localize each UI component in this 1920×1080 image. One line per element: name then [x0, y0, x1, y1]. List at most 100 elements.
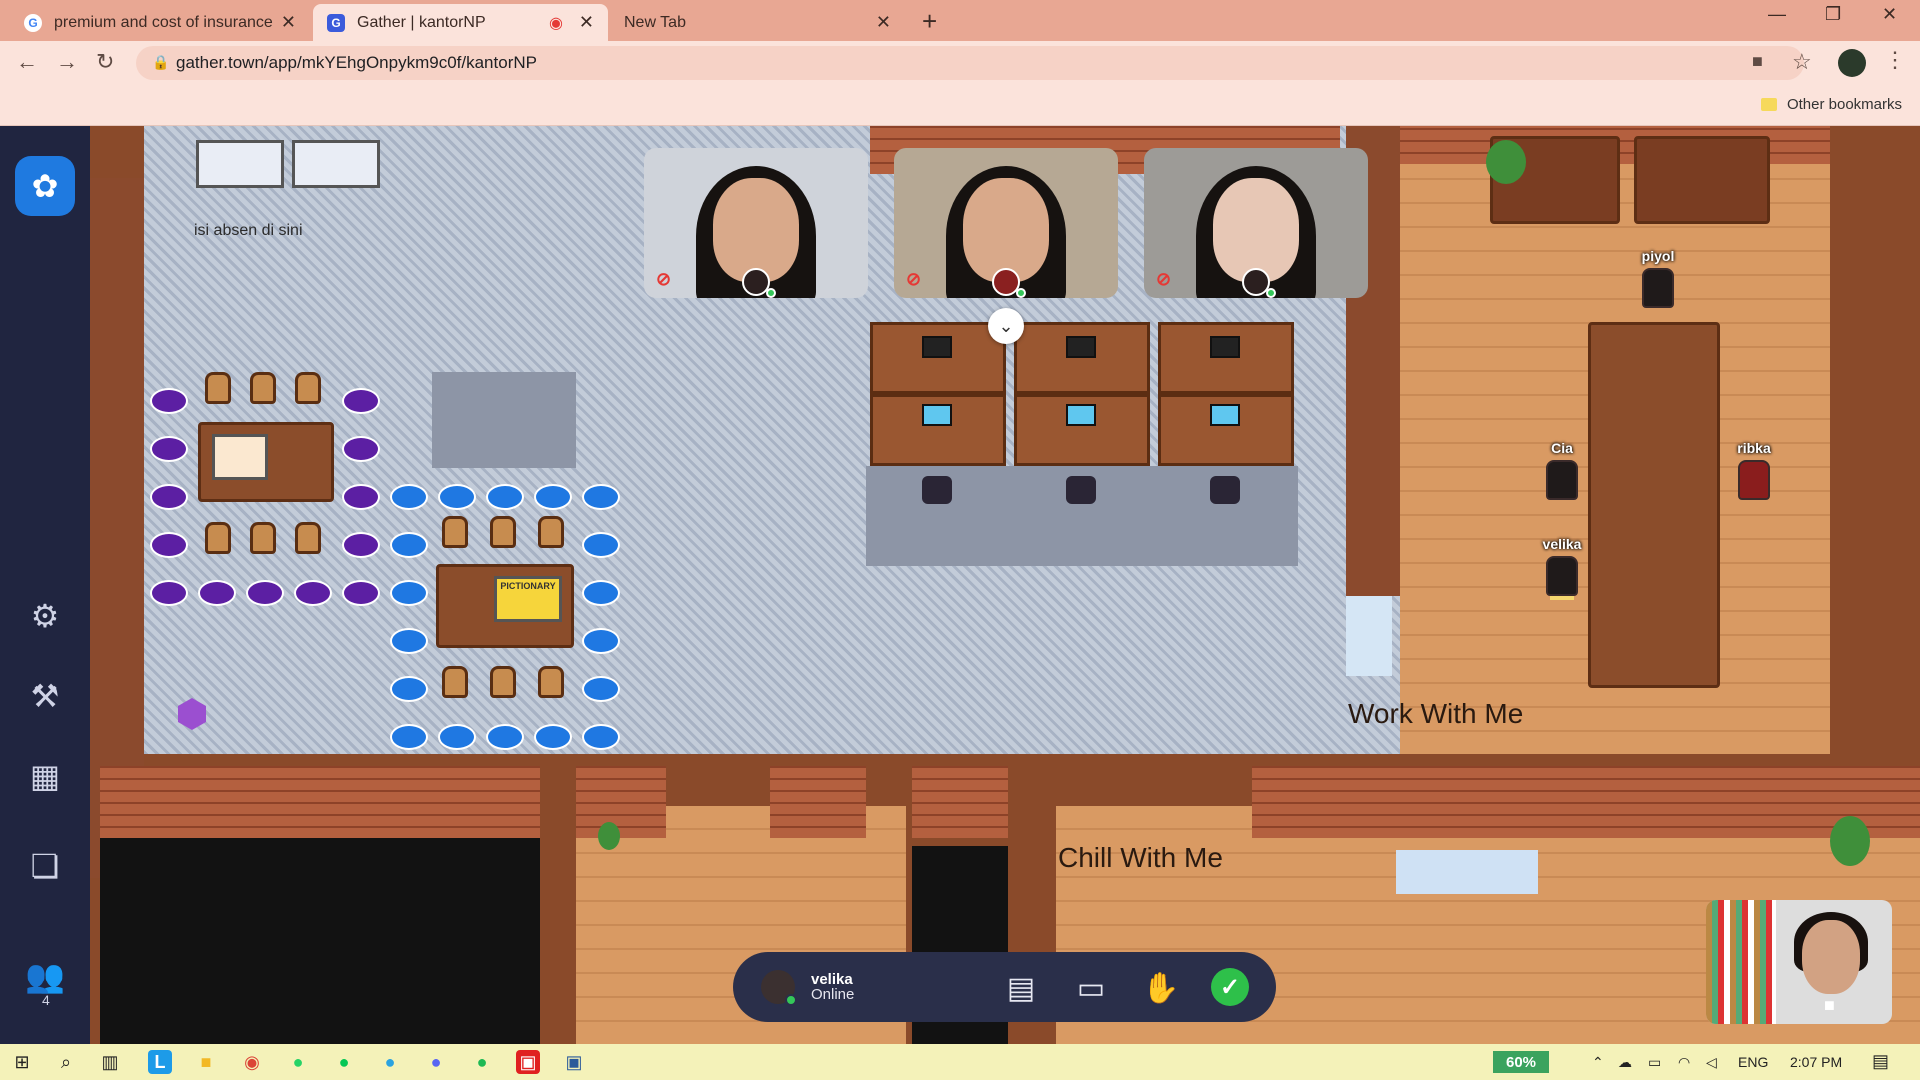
seat — [198, 580, 236, 606]
video-tile-participant-2[interactable]: ⊘ — [894, 148, 1118, 298]
recording-icon: ◉ — [548, 14, 563, 32]
close-icon[interactable]: ✕ — [876, 12, 891, 33]
chat-icon[interactable]: ❏ — [25, 846, 65, 886]
profile-avatar[interactable] — [1838, 49, 1866, 77]
video-tile-participant-1[interactable]: ⊘ — [644, 148, 868, 298]
other-bookmarks[interactable]: Other bookmarks — [1760, 96, 1902, 113]
app-window-icon[interactable]: ▣ — [562, 1050, 586, 1074]
tab-newtab[interactable]: New Tab ✕ — [610, 4, 905, 41]
user-avatar[interactable] — [761, 970, 797, 1006]
tab-gather[interactable]: G Gather | kantorNP ◉ ✕ — [313, 4, 608, 41]
player-avatar-ribka[interactable] — [1738, 460, 1770, 500]
user-name: velika — [811, 971, 853, 988]
player-avatar-cia[interactable] — [1546, 460, 1578, 500]
notifications-icon[interactable]: ▤ — [1872, 1051, 1889, 1072]
chrome-icon[interactable]: ◉ — [240, 1050, 264, 1074]
gather-logo-icon[interactable]: ✿ — [15, 156, 75, 216]
settings-gear-icon[interactable]: ⚙ — [25, 596, 65, 636]
reload-icon[interactable]: ↻ — [96, 49, 114, 75]
participants-icon[interactable]: 👥 — [25, 956, 65, 996]
monitor-on-icon[interactable] — [922, 404, 952, 426]
app-l-icon[interactable]: L — [148, 1050, 172, 1074]
monitor-on-icon[interactable] — [1066, 404, 1096, 426]
seat — [150, 580, 188, 606]
brick-wall-lower-left — [100, 766, 540, 838]
volume-icon[interactable]: ◁ — [1706, 1054, 1717, 1071]
close-icon[interactable]: ✕ — [579, 12, 594, 33]
forward-icon[interactable]: → — [56, 49, 78, 75]
windows-taskbar: ⊞ ⌕ ▥ L ■ ◉ ● ● ● ● ● ▣ ▣ 60% ⌃ ☁ ▭ ◠ ◁ … — [0, 1044, 1920, 1080]
close-window-icon[interactable]: ✕ — [1882, 4, 1897, 25]
spotify-icon[interactable]: ● — [470, 1050, 494, 1074]
back-icon[interactable]: ← — [16, 49, 38, 75]
wifi-icon[interactable]: ◠ — [1678, 1054, 1690, 1071]
menu-kebab-icon[interactable]: ⋮ — [1884, 47, 1906, 73]
search-icon[interactable]: ⌕ — [54, 1050, 78, 1074]
pictionary-board[interactable]: PICTIONARY — [494, 576, 562, 622]
player-avatar-piyol[interactable] — [1642, 268, 1674, 308]
seat — [390, 628, 428, 654]
desk — [1014, 322, 1150, 394]
telegram-icon[interactable]: ● — [378, 1050, 402, 1074]
windows-start-icon[interactable]: ⊞ — [10, 1050, 34, 1074]
whiteboard[interactable] — [196, 140, 284, 188]
office-chair — [1210, 476, 1240, 504]
seat — [150, 484, 188, 510]
chair — [490, 666, 516, 698]
seat — [342, 580, 380, 606]
discord-icon[interactable]: ● — [424, 1050, 448, 1074]
seat — [390, 532, 428, 558]
bookmark-star-icon[interactable]: ☆ — [1792, 49, 1812, 75]
whatsapp-icon[interactable]: ● — [286, 1050, 310, 1074]
monitor-on-icon[interactable] — [1210, 404, 1240, 426]
user-status-block[interactable]: velika Online — [811, 972, 854, 1002]
address-bar[interactable]: 🔒 gather.town/app/mkYEhgOnpykm9c0f/kanto… — [136, 46, 1804, 80]
browser-toolbar: ← → ↻ 🔒 gather.town/app/mkYEhgOnpykm9c0f… — [0, 41, 1920, 86]
seat — [246, 580, 284, 606]
checkmark-icon[interactable]: ✓ — [1211, 968, 1249, 1006]
restore-icon[interactable]: ❐ — [1825, 4, 1841, 25]
seat — [150, 532, 188, 558]
seat — [582, 580, 620, 606]
plant-icon — [1830, 816, 1870, 866]
minimize-icon[interactable]: — — [1768, 4, 1786, 25]
mic-muted-icon: ⊘ — [656, 269, 672, 289]
onedrive-icon[interactable]: ☁ — [1618, 1054, 1632, 1071]
build-hammer-icon[interactable]: ⚒ — [25, 676, 65, 716]
monitor-icon[interactable] — [1210, 336, 1240, 358]
camera-icon[interactable]: ■ — [1824, 995, 1835, 1016]
battery-icon[interactable]: ▭ — [1648, 1054, 1661, 1071]
camera-icon[interactable]: ■ — [1752, 51, 1763, 72]
clock[interactable]: 2:07 PM — [1790, 1054, 1842, 1070]
language-indicator[interactable]: ENG — [1738, 1054, 1768, 1070]
tab-insurance[interactable]: G premium and cost of insurance - ✕ — [10, 4, 310, 41]
online-count: 4 — [42, 992, 50, 1008]
line-icon[interactable]: ● — [332, 1050, 356, 1074]
water-dispenser[interactable] — [1346, 596, 1392, 676]
seat — [294, 580, 332, 606]
url-text: gather.town/app/mkYEhgOnpykm9c0f/kantorN… — [176, 53, 537, 72]
calendar-icon[interactable]: ▦ — [25, 756, 65, 796]
expand-chevron-icon[interactable]: ⌄ — [988, 308, 1024, 344]
file-explorer-icon[interactable]: ■ — [194, 1050, 218, 1074]
close-icon[interactable]: ✕ — [281, 12, 296, 33]
player-avatar-velika[interactable] — [1546, 556, 1578, 596]
tray-chevron-icon[interactable]: ⌃ — [1592, 1054, 1604, 1071]
screenshare-icon[interactable]: ▭ — [1071, 968, 1111, 1008]
game-board-icon[interactable] — [212, 434, 268, 480]
whiteboard[interactable] — [292, 140, 380, 188]
monitor-icon[interactable] — [1066, 336, 1096, 358]
new-tab-button[interactable]: + — [922, 6, 937, 37]
self-video-tile[interactable]: ■ — [1706, 900, 1892, 1024]
lock-icon: 🔒 — [152, 54, 170, 70]
task-view-icon[interactable]: ▥ — [98, 1050, 122, 1074]
app-red-icon[interactable]: ▣ — [516, 1050, 540, 1074]
seat — [582, 676, 620, 702]
battery-indicator[interactable]: 60% — [1493, 1051, 1549, 1073]
minimap-icon[interactable]: ▤ — [1001, 968, 1041, 1008]
monitor-icon[interactable] — [922, 336, 952, 358]
seat — [342, 388, 380, 414]
raise-hand-icon[interactable]: ✋ — [1141, 968, 1181, 1008]
video-tile-participant-3[interactable]: ⊘ — [1144, 148, 1368, 298]
chair — [205, 522, 231, 554]
